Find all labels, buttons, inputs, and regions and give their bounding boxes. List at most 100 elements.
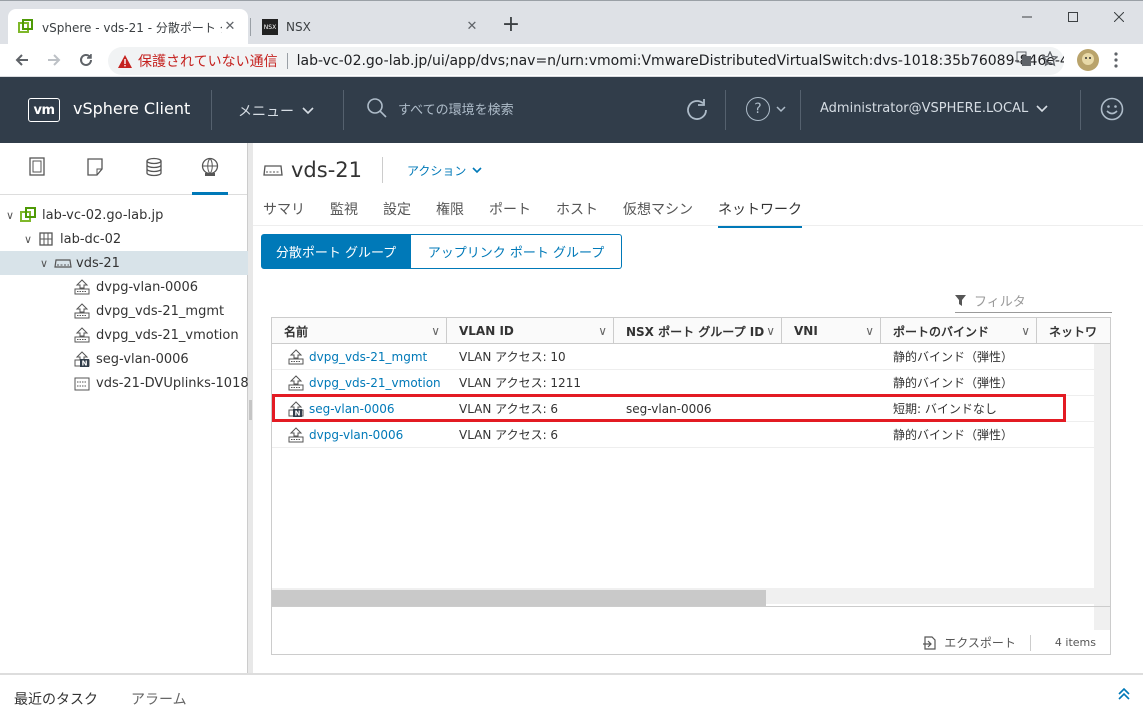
vsphere-header: vm vSphere Client メニュー すべての環境を検索 ? Admin… bbox=[0, 77, 1143, 143]
column-header-vni[interactable]: VNI ∨ bbox=[782, 318, 881, 344]
translate-icon[interactable] bbox=[1016, 51, 1032, 67]
cell-name[interactable]: dvpg_vds-21_mgmt bbox=[309, 350, 427, 364]
close-window-icon[interactable] bbox=[1096, 3, 1142, 31]
address-bar[interactable]: 保護されていない通信 lab-vc-02.go-lab.jp/ui/app/dv… bbox=[108, 47, 1064, 75]
chevron-down-icon[interactable]: ∨ bbox=[40, 257, 54, 270]
warning-triangle-icon bbox=[118, 54, 132, 68]
browser-tab-vsphere[interactable]: vSphere - vds-21 - 分散ポート グル ✕ bbox=[8, 9, 248, 45]
chevron-down-icon[interactable]: ∨ bbox=[865, 324, 874, 338]
portgroup-icon bbox=[74, 326, 92, 344]
splitter-grip[interactable] bbox=[249, 400, 252, 420]
browser-tab-nsx[interactable]: NSX NSX ✕ bbox=[252, 9, 490, 45]
grid-footer-divider bbox=[272, 606, 1110, 607]
portgroup-icon bbox=[288, 426, 304, 443]
export-button[interactable]: エクスポート bbox=[922, 634, 1016, 651]
distributed-port-groups-button[interactable]: 分散ポート グループ bbox=[261, 234, 411, 269]
table-row[interactable]: dvpg_vds-21_mgmt VLAN アクセス: 10 静的バインド（弾性… bbox=[272, 344, 1094, 370]
url-text[interactable]: lab-vc-02.go-lab.jp/ui/app/dvs;nav=n/urn… bbox=[297, 53, 1064, 69]
vms-templates-icon[interactable] bbox=[78, 157, 114, 195]
tab-ports[interactable]: ポート bbox=[489, 197, 531, 228]
tree-item-uplink[interactable]: vds-21-DVUplinks-1018 bbox=[74, 371, 249, 395]
feedback-smiley-icon[interactable] bbox=[1100, 97, 1124, 121]
tab-hosts[interactable]: ホスト bbox=[556, 197, 598, 228]
tree-label: dvpg_vds-21_mgmt bbox=[96, 303, 225, 319]
column-header-network[interactable]: ネットワ bbox=[1037, 318, 1110, 344]
hosts-clusters-icon[interactable] bbox=[20, 157, 56, 195]
chevron-down-icon[interactable]: ∨ bbox=[6, 209, 20, 222]
tab-networks[interactable]: ネットワーク bbox=[718, 197, 802, 228]
tree-item-portgroup[interactable]: dvpg_vds-21_vmotion bbox=[74, 323, 239, 347]
portgroup-name-link[interactable]: dvpg_vds-21_vmotion bbox=[272, 370, 447, 396]
cell-binding: 静的バインド（弾性） bbox=[893, 350, 1014, 364]
tab-underline bbox=[253, 225, 1143, 226]
tree-label: dvpg-vlan-0006 bbox=[96, 279, 199, 295]
user-dropdown[interactable]: Administrator@VSPHERE.LOCAL bbox=[820, 101, 1048, 116]
footer-divider bbox=[1029, 634, 1031, 651]
column-header-nsx-id[interactable]: NSX ポート グループ ID ∨ bbox=[614, 318, 782, 344]
profile-avatar[interactable] bbox=[1077, 49, 1099, 71]
column-header-name[interactable]: 名前 ∨ bbox=[272, 318, 447, 344]
tab-title: NSX bbox=[286, 20, 311, 34]
app-title[interactable]: vSphere Client bbox=[73, 99, 190, 118]
bookmark-star-icon[interactable] bbox=[1042, 51, 1058, 67]
cell-name[interactable]: dvpg_vds-21_vmotion bbox=[309, 376, 441, 390]
tree-item-vds[interactable]: ∨ vds-21 bbox=[0, 251, 248, 275]
page-title: vds-21 bbox=[291, 158, 362, 182]
cell-binding: 静的バインド（弾性） bbox=[893, 376, 1014, 390]
tree-item-portgroup[interactable]: dvpg_vds-21_mgmt bbox=[74, 299, 224, 323]
tree-item-datacenter[interactable]: ∨ lab-dc-02 bbox=[24, 227, 248, 251]
portgroup-name-link[interactable]: dvpg-vlan-0006 bbox=[272, 422, 447, 448]
tab-monitor[interactable]: 監視 bbox=[330, 197, 358, 228]
datacenter-icon bbox=[38, 230, 56, 248]
new-tab-button[interactable]: + bbox=[500, 14, 522, 37]
tab-configure[interactable]: 設定 bbox=[383, 197, 411, 228]
close-tab-icon[interactable]: ✕ bbox=[222, 19, 238, 35]
alarms-tab[interactable]: アラーム bbox=[131, 689, 187, 709]
cell-nsx-id bbox=[614, 370, 782, 396]
chevron-down-icon[interactable]: ∨ bbox=[24, 233, 38, 246]
vertical-scrollbar[interactable] bbox=[1094, 344, 1110, 630]
tab-summary[interactable]: サマリ bbox=[263, 197, 305, 228]
column-header-binding[interactable]: ポートのバインド ∨ bbox=[881, 318, 1037, 344]
chevron-down-icon[interactable]: ∨ bbox=[1021, 324, 1030, 338]
tab-vms[interactable]: 仮想マシン bbox=[623, 197, 693, 228]
close-tab-icon[interactable]: ✕ bbox=[464, 19, 480, 35]
expand-panel-icon[interactable] bbox=[1118, 688, 1130, 700]
cell-vni bbox=[782, 370, 881, 396]
uplink-port-groups-button[interactable]: アップリンク ポート グループ bbox=[411, 234, 622, 269]
maximize-icon[interactable] bbox=[1050, 3, 1096, 31]
forward-arrow-icon[interactable] bbox=[42, 48, 66, 72]
tab-separator bbox=[250, 18, 251, 36]
table-row[interactable]: dvpg_vds-21_vmotion VLAN アクセス: 1211 静的バイ… bbox=[272, 370, 1094, 396]
help-dropdown[interactable]: ? bbox=[746, 97, 786, 121]
cell-vni bbox=[782, 422, 881, 448]
global-search[interactable]: すべての環境を検索 bbox=[366, 97, 514, 119]
header-divider bbox=[800, 90, 801, 130]
filter-input[interactable]: フィルタ bbox=[955, 289, 1112, 313]
column-header-vlan[interactable]: VLAN ID ∨ bbox=[447, 318, 614, 344]
cell-name[interactable]: dvpg-vlan-0006 bbox=[309, 428, 403, 442]
recent-tasks-tab[interactable]: 最近のタスク bbox=[14, 689, 98, 709]
chevron-down-icon[interactable]: ∨ bbox=[766, 324, 775, 338]
portgroup-name-link[interactable]: dvpg_vds-21_mgmt bbox=[272, 344, 447, 370]
minimize-icon[interactable] bbox=[1004, 3, 1050, 31]
chevron-down-icon[interactable]: ∨ bbox=[598, 324, 607, 338]
horizontal-scroll-thumb[interactable] bbox=[272, 590, 766, 606]
tree-item-nsx-portgroup[interactable]: N seg-vlan-0006 bbox=[74, 347, 189, 371]
back-arrow-icon[interactable] bbox=[10, 48, 34, 72]
tree-item-portgroup[interactable]: dvpg-vlan-0006 bbox=[74, 275, 198, 299]
reload-icon[interactable] bbox=[74, 48, 98, 72]
table-row[interactable]: dvpg-vlan-0006 VLAN アクセス: 6 静的バインド（弾性） bbox=[272, 422, 1094, 448]
chevron-down-icon bbox=[1036, 104, 1048, 113]
menu-dropdown[interactable]: メニュー bbox=[238, 101, 314, 121]
browser-menu-icon[interactable] bbox=[1114, 52, 1118, 68]
refresh-icon[interactable] bbox=[684, 97, 710, 123]
actions-dropdown[interactable]: アクション bbox=[407, 162, 482, 179]
networking-icon[interactable] bbox=[192, 157, 228, 195]
tree-item-vcenter[interactable]: ∨ lab-vc-02.go-lab.jp bbox=[6, 203, 248, 227]
security-warning[interactable]: 保護されていない通信 bbox=[138, 51, 278, 71]
tab-permissions[interactable]: 権限 bbox=[436, 197, 464, 228]
storage-icon[interactable] bbox=[136, 157, 172, 195]
chevron-down-icon[interactable]: ∨ bbox=[431, 324, 440, 338]
column-label: NSX ポート グループ ID bbox=[626, 324, 765, 339]
